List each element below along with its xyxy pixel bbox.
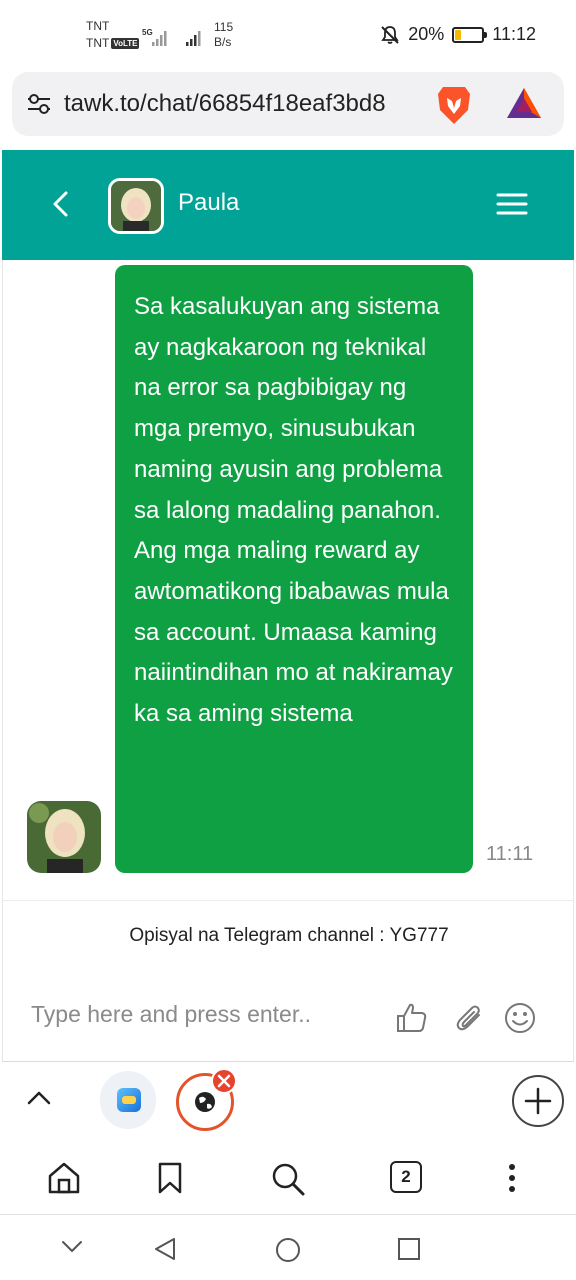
signal-type-label: 5G: [142, 28, 153, 37]
net-speed: 115 B/s: [214, 20, 233, 50]
carrier-top: TNT: [86, 19, 110, 33]
signal-bars-icon: [186, 31, 201, 46]
nav-home-icon[interactable]: [274, 1236, 302, 1264]
carrier-info: TNT TNT VoLTE: [86, 18, 140, 52]
emoji-icon[interactable]: [503, 1001, 537, 1035]
back-chevron-icon[interactable]: [48, 190, 74, 218]
telegram-note: Opisyal na Telegram channel : YG777: [129, 925, 449, 946]
volte-badge: VoLTE: [111, 38, 140, 50]
url-text[interactable]: tawk.to/chat/66854f18eaf3bd8: [64, 90, 420, 118]
plus-icon: [524, 1087, 552, 1115]
status-right: 20% 11:12: [380, 24, 536, 45]
home-icon[interactable]: [46, 1161, 82, 1195]
agent-avatar: [108, 178, 164, 234]
close-icon: [217, 1074, 231, 1088]
bat-rewards-icon[interactable]: [505, 86, 543, 120]
chat-messages: Sa kasalukuyan ang sistema ay nagkakaroo…: [2, 260, 574, 900]
new-tab-button[interactable]: [512, 1075, 564, 1127]
more-vertical-icon[interactable]: [500, 1161, 524, 1195]
paperclip-icon[interactable]: [453, 1001, 487, 1035]
game-icon: [117, 1088, 141, 1112]
brave-lion-icon[interactable]: [436, 84, 472, 126]
message-text: Sa kasalukuyan ang sistema ay nagkakaroo…: [134, 293, 453, 728]
nav-recents-icon[interactable]: [396, 1236, 422, 1262]
agent-photo: [27, 801, 101, 873]
mute-bell-icon: [381, 25, 399, 44]
menu-icon[interactable]: [496, 192, 528, 216]
tab-strip: [0, 1063, 576, 1143]
nav-hide-icon[interactable]: [60, 1236, 84, 1256]
battery-fill: [455, 29, 461, 40]
chat-footer: Opisyal na Telegram channel : YG777: [2, 900, 574, 1062]
agent-photo: [111, 181, 161, 231]
chevron-up-icon[interactable]: [26, 1087, 52, 1107]
signal-5g-icon: 5G: [142, 28, 167, 46]
battery-icon: [452, 26, 488, 43]
message-time: 11:11: [486, 843, 534, 865]
tab-count-button[interactable]: 2: [390, 1161, 422, 1193]
message-input[interactable]: [31, 1001, 371, 1028]
battery-percent: 20%: [408, 24, 445, 44]
chat-header: Paula: [2, 150, 574, 260]
status-bar: TNT TNT VoLTE 5G 115 B/s 20% 11:12: [0, 0, 576, 72]
url-bar[interactable]: tawk.to/chat/66854f18eaf3bd8: [12, 72, 564, 136]
net-speed-value: 115: [214, 20, 234, 34]
thumbs-up-icon[interactable]: [395, 1001, 429, 1035]
message-avatar: [27, 801, 101, 873]
carrier-bottom: TNT: [86, 36, 110, 50]
net-speed-unit: B/s: [214, 35, 232, 49]
system-nav-bar: [0, 1216, 576, 1280]
browser-toolbar: 2: [0, 1143, 576, 1215]
message-bubble: Sa kasalukuyan ang sistema ay nagkakaroo…: [115, 265, 473, 873]
search-icon[interactable]: [270, 1161, 306, 1197]
agent-name: Paula: [178, 189, 240, 216]
tab-game[interactable]: [100, 1071, 156, 1129]
clock: 11:12: [492, 24, 536, 44]
tab-close-button[interactable]: [211, 1068, 237, 1094]
tune-icon[interactable]: [26, 92, 52, 116]
nav-back-icon[interactable]: [152, 1236, 178, 1262]
bookmark-icon[interactable]: [156, 1161, 184, 1195]
